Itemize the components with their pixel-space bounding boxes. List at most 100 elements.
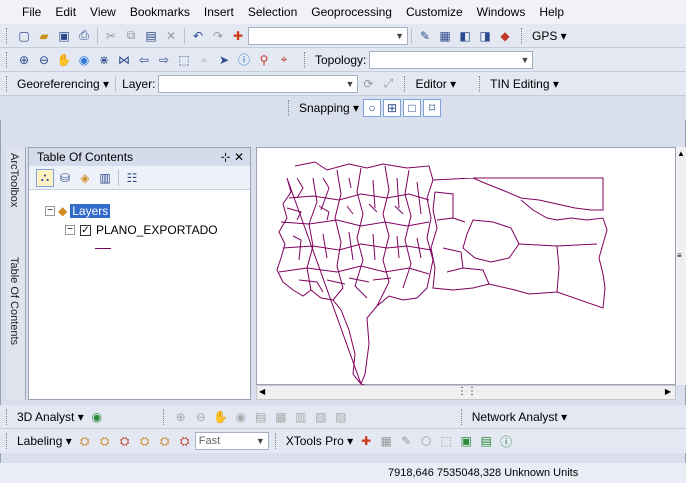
list-by-visibility-icon[interactable]: ◈ [76,169,94,187]
scroll-thumb-icon[interactable]: ≡ [677,251,682,260]
xtools-export-icon[interactable]: ▤ [477,432,495,450]
find-icon[interactable]: ⚲ [255,51,273,69]
edge-snapping-icon[interactable]: ⌑ [423,99,442,117]
scroll-right-icon[interactable]: ▶ [665,387,671,396]
list-by-selection-icon[interactable]: ▥ [96,169,114,187]
layer-symbol[interactable] [95,248,111,249]
menu-view[interactable]: View [90,5,116,19]
rotate-icon[interactable]: ⟳ [359,75,377,93]
menu-help[interactable]: Help [539,5,564,19]
network-analyst-menu[interactable]: Network Analyst ▾ [472,410,567,424]
snapping-menu[interactable]: Snapping ▾ [299,101,359,115]
identify-icon[interactable]: ⓘ [235,51,253,69]
clear-selection-icon[interactable]: ▫ [195,51,213,69]
xtools-edit-icon[interactable]: ✎ [397,432,415,450]
copy-icon[interactable]: ⧉ [122,27,140,45]
close-icon[interactable]: ✕ [234,150,244,164]
pause-labeling-icon[interactable]: ⛭ [156,432,174,450]
layer-name[interactable]: PLANO_EXPORTADO [96,223,218,237]
layer-item[interactable]: − ✓ PLANO_EXPORTADO [65,223,218,237]
point-snapping-icon[interactable]: ○ [363,99,382,117]
undo-icon[interactable]: ↶ [189,27,207,45]
topology-combo[interactable]: ▼ [369,50,534,69]
map-display[interactable] [256,147,676,387]
profile-3d-icon[interactable]: ▨ [332,408,350,426]
globe-icon[interactable]: ◉ [88,408,106,426]
select-features-icon[interactable]: ⬚ [175,51,193,69]
full-extent-icon[interactable]: ◉ [75,51,93,69]
new-document-icon[interactable]: ▢ [15,27,33,45]
pan-3d-icon[interactable]: ✋ [212,408,230,426]
xtools-shapes-icon[interactable]: ⬡ [417,432,435,450]
full-extent-3d-icon[interactable]: ◉ [232,408,250,426]
xtools-add-icon[interactable]: ✚ [357,432,375,450]
menu-customize[interactable]: Customize [406,5,463,19]
collapse-icon[interactable]: − [65,225,75,235]
collapse-icon[interactable]: − [45,206,55,216]
table-3d-icon[interactable]: ▥ [292,408,310,426]
tin-editing-menu[interactable]: TIN Editing ▾ [490,77,559,91]
open-folder-icon[interactable]: ▰ [35,27,53,45]
toolbar-grip[interactable] [288,100,292,116]
toolbar-grip[interactable] [6,408,10,425]
label-speed-combo[interactable]: Fast ▼ [194,432,269,450]
scroll-left-icon[interactable]: ◀ [259,387,265,396]
end-snapping-icon[interactable]: ⊞ [383,99,402,117]
toolbar-grip[interactable] [479,75,483,92]
toolbar-grip[interactable] [6,51,10,68]
menu-edit[interactable]: Edit [55,5,76,19]
toolbar-grip[interactable] [274,433,279,449]
add-control-points-icon[interactable]: ⤢ [379,75,397,93]
menu-selection[interactable]: Selection [248,5,297,19]
toolbar-grip[interactable] [6,433,10,449]
editor-toolbar-icon[interactable]: ✎ [416,27,434,45]
scroll-thumb-icon[interactable]: ⋮⋮ [457,386,477,397]
search-window-icon[interactable]: ◨ [476,27,494,45]
view-unplaced-labels-icon[interactable]: ⛭ [176,432,194,450]
xtools-overlay-icon[interactable]: ⬚ [437,432,455,450]
add-data-icon[interactable]: ✚ [229,27,247,45]
menu-insert[interactable]: Insert [204,5,234,19]
fixed-zoom-out-icon[interactable]: ⋈ [115,51,133,69]
toolbar-grip[interactable] [521,27,525,44]
analyst3d-menu[interactable]: 3D Analyst ▾ [17,410,84,424]
vertex-snapping-icon[interactable]: □ [403,99,422,117]
redo-icon[interactable]: ↷ [209,27,227,45]
zoom-out-icon[interactable]: ⊖ [35,51,53,69]
gps-menu[interactable]: GPS ▾ [532,29,567,43]
xtools-info-icon[interactable]: ⓘ [497,432,515,450]
labeling-menu[interactable]: Labeling ▾ [17,434,72,448]
georeferencing-menu[interactable]: Georeferencing ▾ [17,77,109,91]
paste-icon[interactable]: ▤ [142,27,160,45]
table-icon[interactable]: ▦ [436,27,454,45]
layers-node[interactable]: − ◆ Layers [45,204,111,218]
pan-icon[interactable]: ✋ [55,51,73,69]
select-elements-icon[interactable]: ➤ [215,51,233,69]
catalog-icon[interactable]: ◧ [456,27,474,45]
toolbar-grip[interactable] [460,408,465,425]
scale-combo[interactable]: ▼ [248,26,408,45]
chart-3d-icon[interactable]: ▧ [312,408,330,426]
zoom-in-3d-icon[interactable]: ⊕ [172,408,190,426]
toolbar-grip[interactable] [6,27,10,44]
save-icon[interactable]: ▣ [55,27,73,45]
cut-icon[interactable]: ✂ [102,27,120,45]
pin-icon[interactable]: ⊹ [221,150,231,164]
lock-labels-icon[interactable]: ⛭ [136,432,154,450]
list-by-source-icon[interactable]: ⛁ [56,169,74,187]
layer-combo[interactable]: ▼ [158,74,359,93]
editor-menu[interactable]: Editor ▾ [415,77,456,91]
fixed-zoom-in-icon[interactable]: ⋇ [95,51,113,69]
tab-table-of-contents[interactable]: Table Of Contents [8,257,20,345]
layers-label[interactable]: Layers [70,204,111,218]
label-priority-icon[interactable]: ⛭ [96,432,114,450]
options-icon[interactable]: ☷ [123,169,141,187]
delete-icon[interactable]: ✕ [162,27,180,45]
menu-geoprocessing[interactable]: Geoprocessing [311,5,392,19]
xtools-convert-icon[interactable]: ▣ [457,432,475,450]
toolbar-grip[interactable] [6,75,10,92]
menu-windows[interactable]: Windows [477,5,526,19]
toolbar-grip[interactable] [162,408,167,425]
zoom-out-3d-icon[interactable]: ⊖ [192,408,210,426]
visibility-checkbox[interactable]: ✓ [80,224,91,236]
